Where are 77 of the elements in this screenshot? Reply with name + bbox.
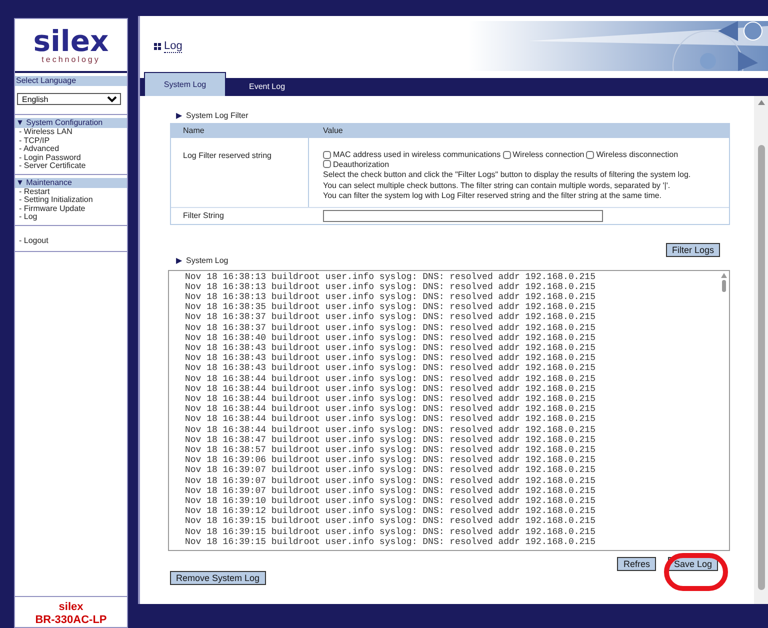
help-text: Select the check button and click the "Filter Logs" button to display the results of filtering the system log. (323, 170, 692, 180)
log-line: Nov 18 16:38:44 buildroot user.info syslog: DNS: resolved addr 192.168.0.215 (185, 414, 596, 425)
nav-link[interactable]: - Advanced (15, 145, 64, 154)
checkbox-label: Deauthorization (333, 160, 390, 169)
section-header: ▼ System Configuration (15, 118, 127, 128)
log-line: Nov 18 16:38:37 buildroot user.info syslog: DNS: resolved addr 192.168.0.215 (185, 312, 596, 323)
checkbox[interactable] (323, 150, 331, 159)
log-line: Nov 18 16:38:13 buildroot user.info syslog: DNS: resolved addr 192.168.0.215 (185, 282, 596, 292)
field-label: Filter String (182, 210, 225, 222)
log-line: Nov 18 16:38:57 buildroot user.info syslog: DNS: resolved addr 192.168.0.215 (185, 444, 596, 456)
field-label: Log Filter reserved string (183, 151, 272, 160)
log-line: Nov 18 16:39:06 buildroot user.info syslog: DNS: resolved addr 192.168.0.215 (185, 455, 596, 466)
nav-link[interactable]: - Wireless LAN (15, 128, 76, 136)
refresh-button[interactable]: Refres (617, 556, 656, 570)
scroll-up-icon[interactable] (721, 272, 727, 278)
nav-link[interactable]: - Log (15, 213, 42, 222)
log-line: Nov 18 16:38:37 buildroot user.info syslog: DNS: resolved addr 192.168.0.215 (185, 322, 596, 333)
filter-logs-button[interactable]: Filter Logs (666, 242, 720, 256)
log-line: Nov 18 16:38:44 buildroot user.info syslog: DNS: resolved addr 192.168.0.215 (185, 374, 596, 384)
log-line: Nov 18 16:38:44 buildroot user.info syslog: DNS: resolved addr 192.168.0.215 (185, 404, 596, 414)
nav-link[interactable]: - Restart (15, 188, 54, 196)
model-name: silex (58, 601, 84, 614)
log-line: Nov 18 16:38:13 buildroot user.info syslog: DNS: resolved addr 192.168.0.215 (185, 272, 596, 282)
scroll-up-icon[interactable] (758, 100, 764, 105)
nav-link[interactable]: - TCP/IP (15, 136, 54, 145)
log-line: Nov 18 16:38:47 buildroot user.info syslog: DNS: resolved addr 192.168.0.215 (185, 434, 596, 445)
log-line: Nov 18 16:39:12 buildroot user.info syslog: DNS: resolved addr 192.168.0.215 (185, 506, 596, 516)
log-line: Nov 18 16:39:15 buildroot user.info syslog: DNS: resolved addr 192.168.0.215 (185, 536, 596, 547)
nav-link[interactable]: - Setting Initialization (15, 196, 97, 204)
log-line: Nov 18 16:38:43 buildroot user.info syslog: DNS: resolved addr 192.168.0.215 (185, 363, 596, 374)
log-line: Nov 18 16:38:35 buildroot user.info syslog: DNS: resolved addr 192.168.0.215 (185, 302, 596, 312)
remove-log-button[interactable]: Remove System Log (170, 570, 266, 584)
log-line: Nov 18 16:38:44 buildroot user.info syslog: DNS: resolved addr 192.168.0.215 (185, 384, 596, 394)
nav-link[interactable]: - Firmware Update (15, 204, 90, 213)
section-header: Select Language (15, 76, 127, 86)
model-name: BR-330AC-LP (35, 614, 107, 627)
column-header: Name (182, 125, 206, 137)
triangle-marker: ▶ (176, 110, 182, 122)
checkbox-label: Wireless disconnection (596, 150, 678, 160)
log-line: Nov 18 16:39:15 buildroot user.info syslog: DNS: resolved addr 192.168.0.215 (185, 526, 596, 537)
logo-tagline: technology (42, 54, 100, 64)
log-line: Nov 18 16:38:43 buildroot user.info syslog: DNS: resolved addr 192.168.0.215 (185, 342, 596, 354)
log-line: Nov 18 16:39:15 buildroot user.info syslog: DNS: resolved addr 192.168.0.215 (185, 516, 596, 527)
nav-link[interactable]: - Logout (15, 236, 52, 244)
help-text: You can filter the system log with Log Filter reserved string and the filter string at the same time. (323, 191, 663, 200)
filter-string-input[interactable] (323, 210, 603, 222)
log-line: Nov 18 16:38:13 buildroot user.info syslog: DNS: resolved addr 192.168.0.215 (185, 292, 596, 302)
checkbox[interactable] (586, 150, 594, 159)
tab[interactable]: Event Log (226, 78, 308, 96)
logo-wordmark: silex (33, 26, 109, 54)
log-line: Nov 18 16:38:44 buildroot user.info syslog: DNS: resolved addr 192.168.0.215 (185, 424, 596, 435)
column-header: Value (322, 125, 343, 137)
section-heading: System Log Filter (186, 110, 248, 122)
checkbox[interactable] (502, 150, 511, 159)
log-line: Nov 18 16:39:07 buildroot user.info syslog: DNS: resolved addr 192.168.0.215 (185, 476, 596, 486)
section-header: ▼ Maintenance (15, 178, 127, 188)
log-line: Nov 18 16:39:10 buildroot user.info syslog: DNS: resolved addr 192.168.0.215 (185, 496, 596, 506)
section-heading: System Log (186, 254, 228, 266)
triangle-marker: ▶ (176, 254, 182, 266)
log-line: Nov 18 16:38:44 buildroot user.info syslog: DNS: resolved addr 192.168.0.215 (185, 394, 596, 404)
checkbox[interactable] (323, 160, 331, 168)
log-line: Nov 18 16:38:43 buildroot user.info syslog: DNS: resolved addr 192.168.0.215 (185, 353, 596, 364)
checkbox-label: MAC address used in wireless communications (333, 150, 501, 160)
log-line: Nov 18 16:39:07 buildroot user.info syslog: DNS: resolved addr 192.168.0.215 (185, 486, 596, 496)
scrollbar-thumb[interactable] (758, 145, 764, 590)
nav-link[interactable]: - Login Password (15, 154, 85, 162)
checkbox-label: Wireless connection (512, 150, 584, 160)
page-title: Log (164, 40, 182, 52)
scrollbar-thumb[interactable] (722, 280, 726, 292)
nav-link[interactable]: - Server Certificate (15, 162, 90, 170)
language-select[interactable]: English (17, 93, 121, 105)
grid-icon (154, 42, 161, 50)
tab[interactable]: System Log (144, 72, 226, 96)
log-line: Nov 18 16:39:07 buildroot user.info syslog: DNS: resolved addr 192.168.0.215 (185, 465, 596, 476)
log-line: Nov 18 16:38:40 buildroot user.info syslog: DNS: resolved addr 192.168.0.215 (185, 332, 596, 343)
help-text: You can select multiple check buttons. The filter string can contain multiple words, separated by '|'. (323, 180, 672, 190)
log-textarea[interactable] (168, 270, 730, 550)
